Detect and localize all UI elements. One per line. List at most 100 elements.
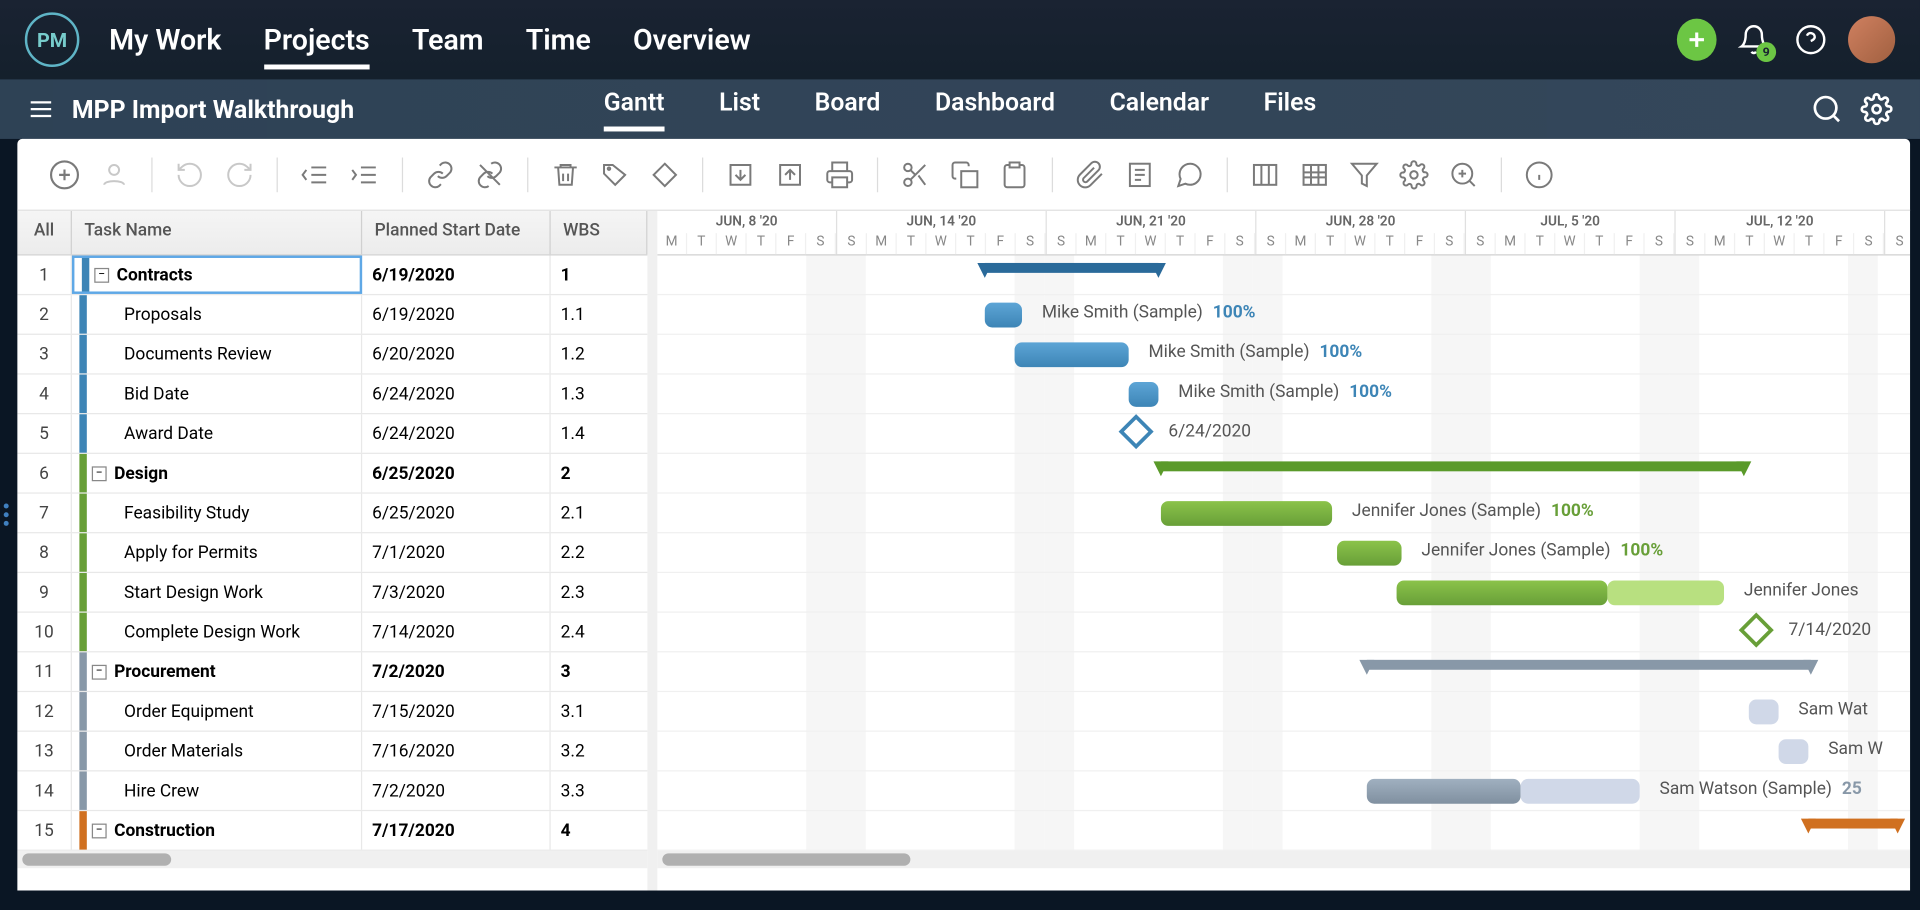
gantt-row[interactable]	[657, 811, 1910, 851]
milestone-diamond[interactable]	[1739, 613, 1774, 648]
col-taskname[interactable]: Task Name	[72, 211, 362, 254]
view-tab-calendar[interactable]: Calendar	[1110, 87, 1209, 132]
view-tab-dashboard[interactable]: Dashboard	[935, 87, 1055, 132]
task-bar-remaining[interactable]	[1521, 779, 1640, 804]
summary-bar[interactable]	[1367, 660, 1811, 670]
task-row[interactable]: 1−Contracts6/19/20201	[17, 256, 647, 296]
task-row[interactable]: 3Documents Review6/20/20201.2	[17, 335, 647, 375]
grid-icon[interactable]	[1297, 157, 1332, 192]
view-tab-gantt[interactable]: Gantt	[604, 87, 665, 132]
task-bar[interactable]	[985, 303, 1022, 328]
unlink-icon[interactable]	[473, 157, 508, 192]
task-bar[interactable]	[1129, 382, 1159, 407]
nav-my-work[interactable]: My Work	[109, 23, 221, 64]
info-icon[interactable]	[1522, 157, 1557, 192]
side-panel-handle[interactable]	[0, 496, 12, 533]
nav-overview[interactable]: Overview	[633, 23, 751, 64]
gantt-row[interactable]: 6/24/2020	[657, 414, 1910, 454]
milestone-icon[interactable]	[647, 157, 682, 192]
gantt-row[interactable]: 7/14/2020	[657, 613, 1910, 653]
columns-icon[interactable]	[1248, 157, 1283, 192]
zoom-icon[interactable]	[1446, 157, 1481, 192]
grid-hscroll[interactable]	[17, 851, 647, 868]
tag-icon[interactable]	[598, 157, 633, 192]
task-row[interactable]: 14Hire Crew7/2/20203.3	[17, 771, 647, 811]
task-bar[interactable]	[1015, 342, 1129, 367]
gantt-row[interactable]: Jennifer Jones	[657, 573, 1910, 613]
nav-projects[interactable]: Projects	[264, 23, 370, 69]
settings-icon[interactable]	[1860, 93, 1892, 125]
summary-bar[interactable]	[985, 263, 1159, 273]
task-row[interactable]: 10Complete Design Work7/14/20202.4	[17, 613, 647, 653]
task-bar-remaining[interactable]	[1607, 580, 1724, 605]
gantt-row[interactable]: Jennifer Jones (Sample)100%	[657, 533, 1910, 573]
view-tab-files[interactable]: Files	[1264, 87, 1317, 132]
gantt-row[interactable]	[657, 256, 1910, 296]
copy-icon[interactable]	[948, 157, 983, 192]
notes-icon[interactable]	[1122, 157, 1157, 192]
outdent-icon[interactable]	[298, 157, 333, 192]
search-icon[interactable]	[1811, 93, 1843, 125]
user-avatar[interactable]	[1848, 16, 1895, 63]
task-bar[interactable]	[1337, 541, 1401, 566]
gantt-row[interactable]: Mike Smith (Sample)100%	[657, 335, 1910, 375]
gantt-row[interactable]: Sam W	[657, 732, 1910, 772]
task-row[interactable]: 9Start Design Work7/3/20202.3	[17, 573, 647, 613]
filter-icon[interactable]	[1347, 157, 1382, 192]
summary-bar[interactable]	[1808, 819, 1897, 829]
import-icon[interactable]	[723, 157, 758, 192]
task-bar[interactable]	[1161, 501, 1332, 526]
cut-icon[interactable]	[898, 157, 933, 192]
add-task-icon[interactable]	[47, 157, 82, 192]
link-icon[interactable]	[423, 157, 458, 192]
task-row[interactable]: 13Order Materials7/16/20203.2	[17, 732, 647, 772]
gantt-row[interactable]: Jennifer Jones (Sample)100%	[657, 494, 1910, 534]
help-button[interactable]	[1791, 20, 1831, 60]
gantt-hscroll[interactable]	[657, 851, 1910, 868]
task-bar[interactable]	[1397, 580, 1608, 605]
assign-icon[interactable]	[97, 157, 132, 192]
nav-time[interactable]: Time	[526, 23, 591, 64]
attachment-icon[interactable]	[1073, 157, 1108, 192]
task-row[interactable]: 4Bid Date6/24/20201.3	[17, 375, 647, 415]
view-tab-board[interactable]: Board	[815, 87, 881, 132]
task-row[interactable]: 7Feasibility Study6/25/20202.1	[17, 494, 647, 534]
task-bar[interactable]	[1367, 779, 1521, 804]
menu-icon[interactable]	[27, 96, 54, 123]
delete-icon[interactable]	[548, 157, 583, 192]
view-tab-list[interactable]: List	[719, 87, 760, 132]
task-row[interactable]: 6−Design6/25/20202	[17, 454, 647, 494]
comment-icon[interactable]	[1172, 157, 1207, 192]
notifications-button[interactable]: 9	[1734, 20, 1774, 60]
export-icon[interactable]	[773, 157, 808, 192]
gantt-row[interactable]: Sam Wat	[657, 692, 1910, 732]
task-row[interactable]: 2Proposals6/19/20201.1	[17, 295, 647, 335]
gantt-row[interactable]	[657, 652, 1910, 692]
gear-icon[interactable]	[1397, 157, 1432, 192]
gantt-row[interactable]: Mike Smith (Sample)100%	[657, 295, 1910, 335]
collapse-icon[interactable]: −	[92, 466, 107, 481]
col-wbs[interactable]: WBS	[551, 211, 648, 254]
task-row[interactable]: 5Award Date6/24/20201.4	[17, 414, 647, 454]
task-row[interactable]: 11−Procurement7/2/20203	[17, 652, 647, 692]
summary-bar[interactable]	[1161, 461, 1744, 471]
indent-icon[interactable]	[347, 157, 382, 192]
gantt-row[interactable]	[657, 454, 1910, 494]
milestone-diamond[interactable]	[1119, 414, 1154, 449]
nav-team[interactable]: Team	[412, 23, 484, 64]
collapse-icon[interactable]: −	[94, 267, 109, 282]
task-row[interactable]: 12Order Equipment7/15/20203.1	[17, 692, 647, 732]
col-date[interactable]: Planned Start Date	[362, 211, 551, 254]
gantt-row[interactable]: Mike Smith (Sample)100%	[657, 375, 1910, 415]
task-row[interactable]: 8Apply for Permits7/1/20202.2	[17, 533, 647, 573]
task-row[interactable]: 15−Construction7/17/20204	[17, 811, 647, 851]
redo-icon[interactable]	[222, 157, 257, 192]
paste-icon[interactable]	[997, 157, 1032, 192]
collapse-icon[interactable]: −	[92, 823, 107, 838]
col-all[interactable]: All	[17, 211, 72, 254]
logo[interactable]: PM	[25, 12, 80, 67]
gantt-body[interactable]: Mike Smith (Sample)100%Mike Smith (Sampl…	[657, 256, 1910, 851]
task-bar[interactable]	[1779, 739, 1809, 764]
undo-icon[interactable]	[172, 157, 207, 192]
task-bar[interactable]	[1749, 700, 1779, 725]
